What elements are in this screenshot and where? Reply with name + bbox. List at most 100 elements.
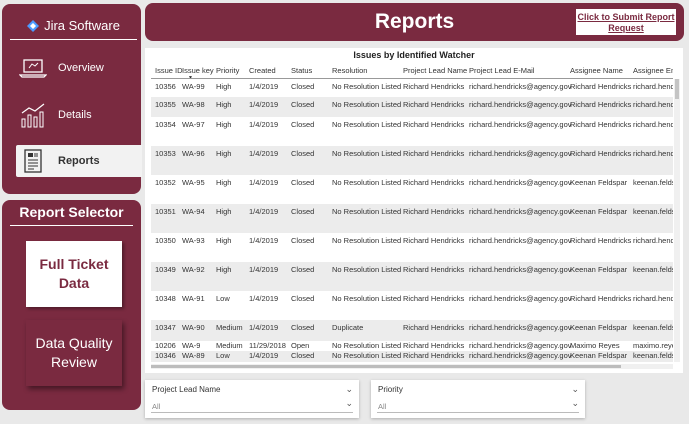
chevron-down-icon[interactable]: ⌄ <box>571 398 579 409</box>
table-cell: WA-97 <box>182 120 205 129</box>
table-cell: Closed <box>291 236 315 245</box>
priority-filter[interactable]: Priority ⌄ All ⌄ <box>371 380 585 418</box>
table-cell: 10353 <box>155 149 176 158</box>
table-row[interactable]: 10352 WA-95 High 1/4/2019 Closed No Resolutio… <box>151 175 673 204</box>
table-row[interactable]: 10351 WA-94 High 1/4/2019 Closed No Resolutio… <box>151 204 673 233</box>
table-cell: Richard Hendricks <box>403 149 465 158</box>
page-header: Reports Click to Submit Report Request <box>145 3 684 41</box>
project-lead-name-filter[interactable]: Project Lead Name ⌄ All ⌄ <box>145 380 359 418</box>
table-cell: High <box>216 207 232 216</box>
table-cell: Richard Hendricks <box>403 341 465 350</box>
nav-item-details[interactable]: Details <box>16 99 142 131</box>
filter-value[interactable]: All <box>152 402 160 411</box>
column-header[interactable]: Issue key <box>182 66 214 75</box>
table-cell: Keenan Feldspar <box>570 265 628 274</box>
full-ticket-data-button[interactable]: Full Ticket Data <box>26 241 122 307</box>
horizontal-scrollbar[interactable] <box>151 364 673 369</box>
table-cell: No Resolution Listed <box>332 120 402 129</box>
chevron-down-icon[interactable]: ⌄ <box>345 398 353 409</box>
table-cell: No Resolution Listed <box>332 236 402 245</box>
table-cell: richard.hendricks@agency.gov <box>469 207 572 216</box>
table-cell: No Resolution Listed <box>332 351 402 360</box>
nav-panel: Jira Software Overview Details Reports <box>2 4 142 194</box>
nav-item-overview[interactable]: Overview <box>16 52 142 84</box>
jira-logo: Jira Software <box>10 12 137 40</box>
table-cell: Richard Hendricks <box>403 236 465 245</box>
column-header[interactable]: Resolution <box>332 66 367 75</box>
laptop-icon <box>16 57 50 79</box>
table-row[interactable]: 10350 WA-93 High 1/4/2019 Closed No Resolutio… <box>151 233 673 262</box>
table-cell: Closed <box>291 207 315 216</box>
column-header[interactable]: Project Lead Name <box>403 66 467 75</box>
column-header[interactable]: Issue ID <box>155 66 183 75</box>
table-cell: keenan.felds <box>633 178 673 187</box>
submit-report-request-link[interactable]: Click to Submit Report Request <box>575 8 677 36</box>
table-header: ▼ Issue ID Issue key Priority Created Status… <box>151 64 673 79</box>
table-cell: Closed <box>291 82 315 91</box>
table-cell: High <box>216 120 232 129</box>
table-cell: Keenan Feldspar <box>570 207 628 216</box>
table-cell: WA-9 <box>182 341 201 350</box>
jira-logo-icon <box>27 19 40 32</box>
table-cell: Closed <box>291 265 315 274</box>
filter-value[interactable]: All <box>378 402 386 411</box>
vertical-scroll-thumb[interactable] <box>675 79 679 99</box>
table-row[interactable]: 10206 WA-9 Medium 11/29/2018 Open No Resoluti… <box>151 341 673 351</box>
table-cell: Keenan Feldspar <box>570 178 628 187</box>
vertical-scrollbar[interactable] <box>674 79 680 362</box>
table-cell: Duplicate <box>332 323 364 332</box>
table-cell: WA-89 <box>182 351 205 360</box>
table-cell: Richard Hendricks <box>570 82 632 91</box>
table-cell: WA-98 <box>182 100 205 109</box>
column-header[interactable]: Assignee Name <box>570 66 623 75</box>
table-cell: keenan.felds <box>633 265 673 274</box>
table-cell: 1/4/2019 <box>249 82 279 91</box>
horizontal-scroll-thumb[interactable] <box>151 365 621 368</box>
table-cell: Richard Hendricks <box>403 207 465 216</box>
table-cell: richard.hendricks@agency.gov <box>469 178 572 187</box>
table-row[interactable]: 10353 WA-96 High 1/4/2019 Closed No Resolutio… <box>151 146 673 175</box>
table-row[interactable]: 10346 WA-89 Low 1/4/2019 Closed No Resolution… <box>151 351 673 362</box>
table-cell: Low <box>216 294 230 303</box>
table-cell: 1/4/2019 <box>249 294 279 303</box>
table-row[interactable]: 10348 WA-91 Low 1/4/2019 Closed No Resolution… <box>151 291 673 320</box>
nav-item-label: Overview <box>58 62 104 74</box>
column-header[interactable]: Assignee Em <box>633 66 673 75</box>
table-cell: 1/4/2019 <box>249 236 279 245</box>
chevron-down-icon[interactable]: ⌄ <box>345 384 353 395</box>
divider <box>377 412 579 413</box>
logo-text: Jira Software <box>44 18 120 33</box>
table-cell: No Resolution Listed <box>332 100 402 109</box>
table-cell: Closed <box>291 149 315 158</box>
table-cell: WA-90 <box>182 323 205 332</box>
table-row[interactable]: 10349 WA-92 High 1/4/2019 Closed No Resolutio… <box>151 262 673 291</box>
table-cell: High <box>216 178 232 187</box>
column-header[interactable]: Created <box>249 66 276 75</box>
table-cell: 10352 <box>155 178 176 187</box>
table-cell: Closed <box>291 120 315 129</box>
table-cell: Closed <box>291 178 315 187</box>
table-cell: richard.hendricks@agency.gov <box>469 341 572 350</box>
table-cell: No Resolution Listed <box>332 149 402 158</box>
table-cell: Richard Hendricks <box>403 294 465 303</box>
table-cell: WA-93 <box>182 236 205 245</box>
table-row[interactable]: 10355 WA-98 High 1/4/2019 Closed No Resolutio… <box>151 97 673 117</box>
table-cell: richard.hend <box>633 294 673 303</box>
chevron-down-icon[interactable]: ⌄ <box>571 384 579 395</box>
table-cell: 1/4/2019 <box>249 100 279 109</box>
table-row[interactable]: 10354 WA-97 High 1/4/2019 Closed No Resolutio… <box>151 117 673 146</box>
column-header[interactable]: Priority <box>216 66 239 75</box>
nav-item-reports[interactable]: Reports <box>16 145 142 177</box>
table-body[interactable]: 10356 WA-99 High 1/4/2019 Closed No Resolutio… <box>151 79 673 362</box>
table-cell: WA-96 <box>182 149 205 158</box>
table-cell: keenan.felds <box>633 351 673 360</box>
table-cell: Richard Hendricks <box>403 351 465 360</box>
table-row[interactable]: 10347 WA-90 Medium 1/4/2019 Closed Duplicate R… <box>151 320 673 341</box>
column-header[interactable]: Status <box>291 66 312 75</box>
table-cell: 10348 <box>155 294 176 303</box>
column-header[interactable]: Project Lead E-Mail <box>469 66 534 75</box>
table-row[interactable]: 10356 WA-99 High 1/4/2019 Closed No Resolutio… <box>151 79 673 97</box>
data-quality-review-button[interactable]: Data Quality Review <box>26 320 122 386</box>
table-cell: No Resolution Listed <box>332 207 402 216</box>
table-cell: High <box>216 100 232 109</box>
